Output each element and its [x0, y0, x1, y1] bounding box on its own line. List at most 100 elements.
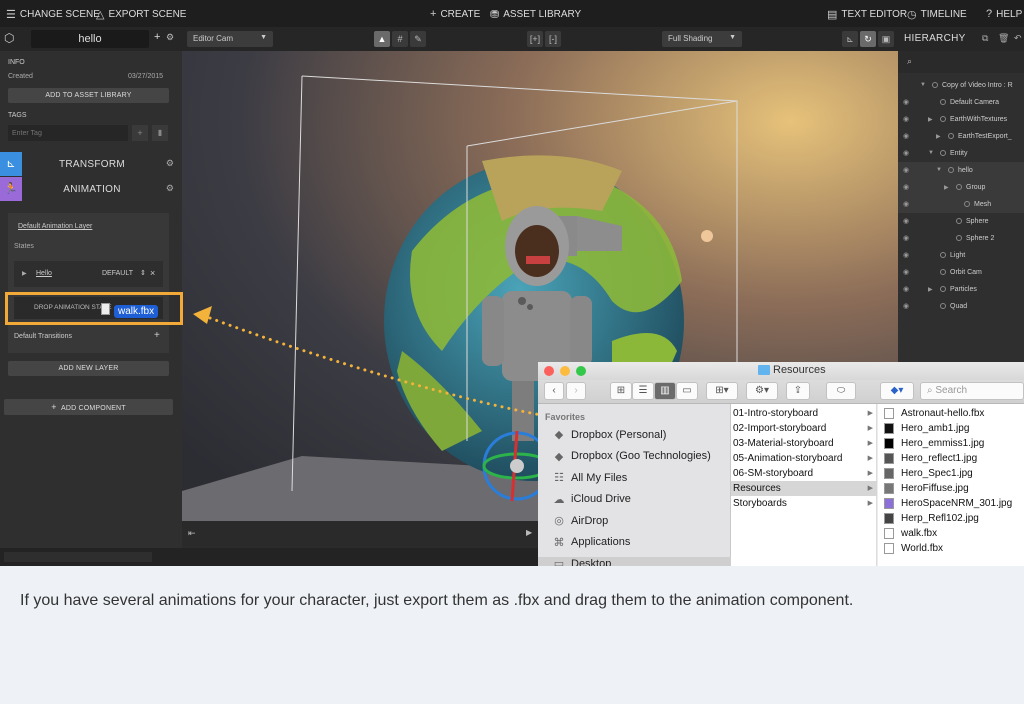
file-item-label: HeroFiffuse.jpg [901, 483, 969, 494]
sidebar-item-icon: ▭ [553, 558, 565, 566]
file-item-label: World.fbx [901, 543, 944, 554]
file-item[interactable]: Astronaut-hello.fbx [878, 406, 1024, 421]
sidebar-item-label: Dropbox (Personal) [571, 428, 667, 441]
file-icon [884, 513, 894, 524]
sidebar-item-icon: ◆ [554, 429, 564, 441]
sidebar-item-icon: ☷ [554, 472, 564, 484]
share-icon: ⇪ [793, 385, 803, 396]
goo-create-editor: ☰ CHANGE SCENE △ EXPORT SCENE + CREATE ⛃… [0, 0, 1024, 566]
file-item-label: Herp_Refl102.jpg [901, 513, 979, 524]
folder-item[interactable]: 02-Import-storyboard ▶ [731, 421, 877, 436]
file-item[interactable]: Hero_reflect1.jpg [878, 451, 1024, 466]
file-item-label: Hero_emmiss1.jpg [901, 438, 985, 449]
dropbox-icon: ◆▾ [890, 385, 904, 396]
folder-item-label: 06-SM-storyboard [733, 468, 814, 479]
sidebar-item[interactable]: ▭ Desktop [538, 557, 731, 566]
file-icon [884, 528, 894, 539]
search-field[interactable]: ⌕ Search [920, 382, 1024, 400]
arrange-icon: ⊞▾ [715, 385, 729, 396]
favorites-heading: Favorites [545, 412, 586, 422]
tag-icon: ⬭ [836, 385, 846, 396]
folder-item[interactable]: Storyboards ▶ [731, 496, 877, 511]
sidebar-item[interactable]: ☷ All My Files [552, 471, 628, 485]
file-icon [884, 423, 894, 434]
chevron-right-icon: ▶ [867, 425, 873, 432]
sidebar-item-label: iCloud Drive [571, 493, 631, 505]
file-item[interactable]: Hero_amb1.jpg [878, 421, 1024, 436]
file-item[interactable]: walk.fbx [878, 526, 1024, 541]
file-icon [884, 468, 894, 479]
folder-item-label: 03-Material-storyboard [733, 438, 834, 449]
folder-item[interactable]: 03-Material-storyboard ▶ [731, 436, 877, 451]
file-icon [884, 498, 894, 509]
chevron-right-icon: ▶ [867, 410, 873, 417]
share-button[interactable]: ⇪ [786, 382, 810, 400]
sidebar-item[interactable]: ⌘ Applications [552, 536, 631, 549]
file-icon [884, 438, 894, 449]
dropbox-button[interactable]: ◆▾ [880, 382, 914, 400]
sidebar-item-icon: ◆ [554, 450, 564, 463]
file-item[interactable]: Hero_Spec1.jpg [878, 466, 1024, 481]
sidebar-item[interactable]: ☁ iCloud Drive [552, 493, 631, 506]
zoom-button[interactable] [576, 366, 586, 376]
sidebar-item-label: Applications [571, 536, 631, 548]
file-item-label: Hero_reflect1.jpg [901, 453, 978, 464]
finder-toolbar: ‹ › ⊞ ☰ ▥ ▭ ⊞▾ ⚙▾ ⇪ ⬭ ◆▾ ⌕ Search [538, 380, 1024, 404]
sidebar-item-label: All My Files [571, 471, 628, 484]
chevron-right-icon: ▶ [867, 470, 873, 477]
file-item-label: Astronaut-hello.fbx [901, 408, 985, 419]
list-view-button[interactable]: ☰ [632, 382, 654, 400]
folder-item[interactable]: 05-Animation-storyboard ▶ [731, 451, 877, 466]
sidebar-item-icon: ⌘ [553, 536, 565, 549]
sidebar-item[interactable]: ◎ AirDrop [552, 514, 609, 528]
folder-item[interactable]: Resources ▶ [731, 481, 877, 496]
minimize-button[interactable] [560, 366, 570, 376]
file-icon [884, 408, 894, 419]
back-button[interactable]: ‹ [544, 382, 564, 400]
file-item[interactable]: Herp_Refl102.jpg [878, 511, 1024, 526]
finder-column-2: Astronaut-hello.fbx Hero_amb1.jpg Hero_emm… [878, 404, 1024, 566]
finder-title: Resources [773, 364, 826, 376]
file-item[interactable]: Hero_emmiss1.jpg [878, 436, 1024, 451]
sidebar-item[interactable]: ◆ Dropbox (Goo Technologies) [552, 450, 711, 463]
icon-view-icon: ⊞ [616, 385, 626, 396]
forward-button[interactable]: › [566, 382, 586, 400]
sidebar-item-icon: ☁ [553, 493, 565, 506]
file-icon [884, 483, 894, 494]
sidebar-item-label: Dropbox (Goo Technologies) [571, 450, 711, 462]
chevron-right-icon: ▶ [867, 455, 873, 462]
tag-button[interactable]: ⬭ [826, 382, 856, 400]
gear-icon: ⚙▾ [755, 385, 769, 396]
chevron-right-icon: ▶ [867, 485, 873, 492]
column-view-button[interactable]: ▥ [654, 382, 676, 400]
search-icon: ⌕ [927, 385, 933, 396]
folder-item-label: 02-Import-storyboard [733, 423, 827, 434]
finder-titlebar: Resources [538, 362, 1024, 380]
folder-item-label: 05-Animation-storyboard [733, 453, 843, 464]
arrow-head-icon [193, 306, 212, 324]
sidebar-item[interactable]: ◆ Dropbox (Personal) [552, 428, 667, 442]
finder-window: Resources ‹ › ⊞ ☰ ▥ ▭ ⊞▾ ⚙▾ ⇪ ⬭ ◆▾ ⌕ Sea… [538, 362, 1024, 566]
folder-item-label: 01-Intro-storyboard [733, 408, 819, 419]
sidebar-item-label: AirDrop [571, 514, 609, 527]
folder-item[interactable]: 01-Intro-storyboard ▶ [731, 406, 877, 421]
coverflow-icon: ▭ [682, 385, 692, 396]
close-button[interactable] [544, 366, 554, 376]
chevron-right-icon: › [574, 385, 578, 396]
file-item-label: Hero_Spec1.jpg [901, 468, 973, 479]
file-item[interactable]: HeroSpaceNRM_301.jpg [878, 496, 1024, 511]
finder-sidebar: Favorites ◆ Dropbox (Personal) ◆ Dropbox (G… [538, 404, 731, 566]
file-item[interactable]: HeroFiffuse.jpg [878, 481, 1024, 496]
arrange-button[interactable]: ⊞▾ [706, 382, 738, 400]
folder-item[interactable]: 06-SM-storyboard ▶ [731, 466, 877, 481]
sidebar-item-label: Desktop [571, 557, 612, 567]
file-item-label: walk.fbx [901, 528, 938, 539]
finder-column-1: 01-Intro-storyboard ▶ 02-Import-storyboard… [731, 404, 877, 566]
coverflow-view-button[interactable]: ▭ [676, 382, 698, 400]
icon-view-button[interactable]: ⊞ [610, 382, 632, 400]
chevron-right-icon: ▶ [867, 440, 873, 447]
file-item[interactable]: World.fbx [878, 541, 1024, 556]
sidebar-item-icon: ◎ [554, 515, 564, 527]
action-button[interactable]: ⚙▾ [746, 382, 778, 400]
file-item-label: Hero_amb1.jpg [901, 423, 970, 434]
